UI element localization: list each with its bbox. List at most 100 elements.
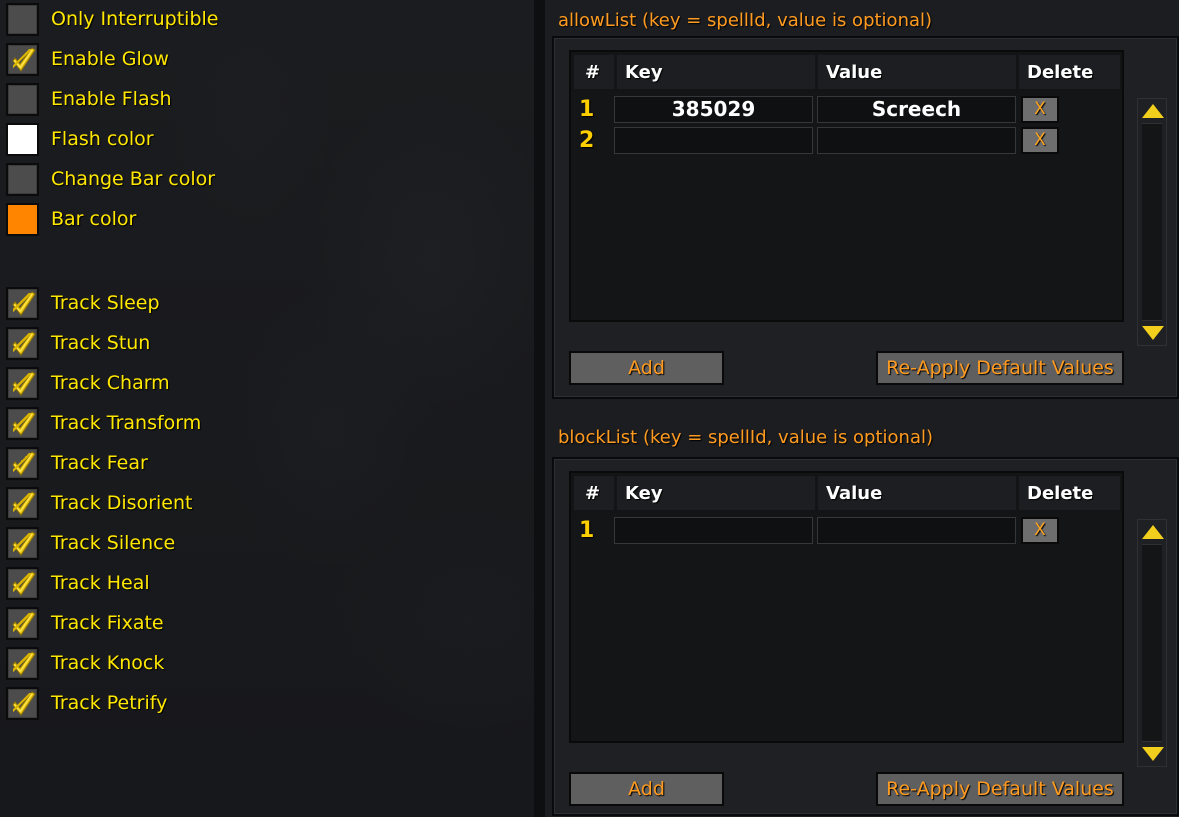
- checkbox-checked[interactable]: [6, 286, 39, 320]
- option-label: Track Disorient: [51, 492, 193, 514]
- option-row: Flash color: [6, 122, 154, 156]
- option-label: Track Sleep: [51, 292, 160, 314]
- column-header-key: Key: [617, 476, 815, 510]
- option-row: Track Heal: [6, 566, 150, 600]
- option-row: Enable Flash: [6, 82, 172, 116]
- right-lists-panel: allowList (key = spellId, value is optio…: [545, 0, 1179, 817]
- delete-cell: X: [1016, 96, 1122, 123]
- delete-cell: X: [1016, 517, 1122, 544]
- scrollbar-track[interactable]: [1142, 544, 1162, 742]
- option-label: Enable Flash: [51, 88, 172, 110]
- value-input[interactable]: [817, 517, 1016, 544]
- triangle-up-icon[interactable]: [1141, 102, 1165, 120]
- option-row: Track Knock: [6, 646, 164, 680]
- option-row: Track Fear: [6, 446, 148, 480]
- column-header-delete: Delete: [1019, 55, 1120, 89]
- column-header-value: Value: [818, 55, 1016, 89]
- option-label: Track Transform: [51, 412, 202, 434]
- option-label: Track Knock: [51, 652, 165, 674]
- checkbox-checked[interactable]: [6, 446, 39, 480]
- checkbox-checked[interactable]: [6, 566, 39, 600]
- block-list-reapply-defaults-button[interactable]: Re-Apply Default Values: [876, 772, 1124, 806]
- option-row: Change Bar color: [6, 162, 215, 196]
- key-input[interactable]: 385029: [614, 96, 813, 123]
- checkbox-checked[interactable]: [6, 606, 39, 640]
- addon-options-window: Only Interruptible Enable Glow Enable Flas…: [0, 0, 1179, 817]
- option-row: Track Fixate: [6, 606, 164, 640]
- delete-cell: X: [1016, 127, 1122, 154]
- block-list-header-row: # Key Value Delete: [571, 473, 1122, 513]
- row-number: 1: [579, 518, 595, 543]
- triangle-up-icon[interactable]: [1141, 523, 1165, 541]
- option-label: Bar color: [51, 208, 137, 230]
- delete-row-button[interactable]: X: [1021, 127, 1059, 154]
- allow-list-reapply-defaults-button[interactable]: Re-Apply Default Values: [876, 351, 1124, 385]
- table-row: 1 385029 Screech X: [571, 94, 1122, 125]
- scrollbar-track[interactable]: [1142, 123, 1162, 321]
- option-label: Track Silence: [51, 532, 176, 554]
- option-label: Track Fixate: [51, 612, 164, 634]
- color-swatch-button[interactable]: [6, 122, 39, 156]
- checkbox-unchecked[interactable]: [6, 82, 39, 116]
- option-label: Track Fear: [51, 452, 148, 474]
- value-input[interactable]: Screech: [817, 96, 1016, 123]
- allow-list-add-button[interactable]: Add: [569, 351, 724, 385]
- allow-list-table: # Key Value Delete 1 385029 Screech X 2 …: [569, 50, 1124, 322]
- option-row: Track Silence: [6, 526, 175, 560]
- option-label: Change Bar color: [51, 168, 216, 190]
- checkbox-checked[interactable]: [6, 366, 39, 400]
- option-row: Track Disorient: [6, 486, 192, 520]
- option-row: Track Transform: [6, 406, 201, 440]
- allow-list-title: allowList (key = spellId, value is optio…: [558, 10, 933, 31]
- checkbox-checked[interactable]: [6, 406, 39, 440]
- option-row: Only Interruptible: [6, 2, 219, 36]
- checkbox-unchecked[interactable]: [6, 2, 39, 36]
- checkbox-checked[interactable]: [6, 326, 39, 360]
- key-input[interactable]: [614, 517, 813, 544]
- block-list-add-button[interactable]: Add: [569, 772, 724, 806]
- allow-list-body: 1 385029 Screech X 2 X: [571, 92, 1122, 320]
- option-row: Track Charm: [6, 366, 170, 400]
- column-header-value: Value: [818, 476, 1016, 510]
- option-label: Only Interruptible: [51, 8, 219, 30]
- row-number: 1: [579, 97, 595, 122]
- option-row: Track Sleep: [6, 286, 160, 320]
- color-swatch-button[interactable]: [6, 202, 39, 236]
- delete-row-button[interactable]: X: [1021, 517, 1059, 544]
- checkbox-checked[interactable]: [6, 686, 39, 720]
- left-options-panel: Only Interruptible Enable Glow Enable Flas…: [0, 0, 534, 817]
- option-row: Enable Glow: [6, 42, 169, 76]
- option-row: Track Petrify: [6, 686, 167, 720]
- block-list-frame: # Key Value Delete 1 X Add Re-Apply Defa…: [552, 457, 1179, 816]
- allow-list-frame: # Key Value Delete 1 385029 Screech X 2 …: [552, 36, 1179, 399]
- checkbox-checked[interactable]: [6, 646, 39, 680]
- value-input[interactable]: [817, 127, 1016, 154]
- option-label: Enable Glow: [51, 48, 169, 70]
- triangle-down-icon[interactable]: [1141, 745, 1165, 763]
- option-label: Track Charm: [51, 372, 170, 394]
- column-header-number: #: [574, 476, 614, 510]
- block-list-table: # Key Value Delete 1 X: [569, 471, 1124, 743]
- row-number: 2: [579, 128, 595, 153]
- option-label: Track Heal: [51, 572, 150, 594]
- delete-row-button[interactable]: X: [1021, 96, 1059, 123]
- option-label: Flash color: [51, 128, 154, 150]
- column-header-delete: Delete: [1019, 476, 1120, 510]
- allow-list-section: allowList (key = spellId, value is optio…: [545, 0, 1179, 400]
- triangle-down-icon[interactable]: [1141, 324, 1165, 342]
- checkbox-unchecked[interactable]: [6, 162, 39, 196]
- key-input[interactable]: [614, 127, 813, 154]
- column-header-number: #: [574, 55, 614, 89]
- block-list-body: 1 X: [571, 513, 1122, 741]
- checkbox-checked[interactable]: [6, 42, 39, 76]
- option-row: Bar color: [6, 202, 136, 236]
- table-row: 1 X: [571, 515, 1122, 546]
- option-label: Track Petrify: [51, 692, 168, 714]
- checkbox-checked[interactable]: [6, 526, 39, 560]
- panel-divider: [534, 0, 545, 817]
- block-list-section: blockList (key = spellId, value is optio…: [545, 411, 1179, 817]
- allow-list-scrollbar[interactable]: [1137, 98, 1167, 346]
- checkbox-checked[interactable]: [6, 486, 39, 520]
- block-list-scrollbar[interactable]: [1137, 519, 1167, 767]
- block-list-title: blockList (key = spellId, value is optio…: [558, 427, 934, 448]
